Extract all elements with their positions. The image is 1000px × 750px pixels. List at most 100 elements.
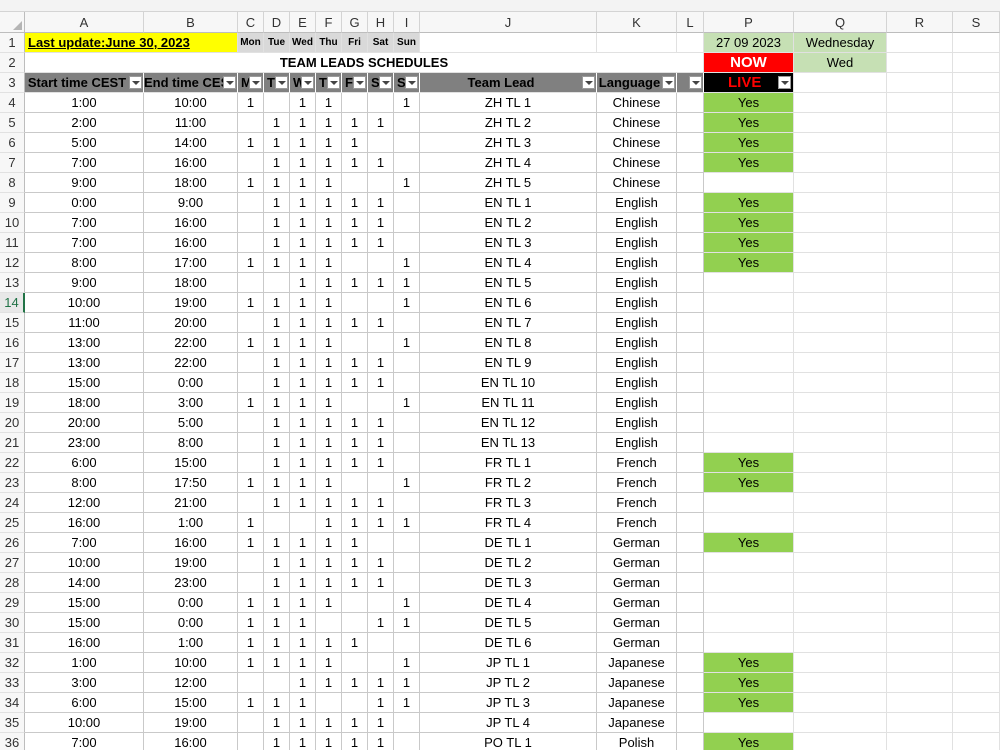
- cell-s[interactable]: [953, 713, 1000, 733]
- day-flag-fri[interactable]: 1: [342, 233, 368, 253]
- day-flag-thu[interactable]: 1: [316, 273, 342, 293]
- cell-q[interactable]: [794, 453, 887, 473]
- team-lead-cell[interactable]: DE TL 1: [420, 533, 597, 553]
- day-flag-sat[interactable]: [368, 473, 394, 493]
- cell-r[interactable]: [887, 193, 953, 213]
- day-flag-mon[interactable]: [238, 213, 264, 233]
- day-flag-wed[interactable]: [290, 513, 316, 533]
- header-language[interactable]: Language: [597, 73, 677, 93]
- cell-s[interactable]: [953, 253, 1000, 273]
- end-time-cell[interactable]: 10:00: [144, 93, 238, 113]
- day-flag-fri[interactable]: [342, 473, 368, 493]
- day-flag-wed[interactable]: 1: [290, 233, 316, 253]
- start-time-cell[interactable]: 6:00: [25, 453, 144, 473]
- cell-q[interactable]: [794, 513, 887, 533]
- day-flag-fri[interactable]: 1: [342, 153, 368, 173]
- start-time-cell[interactable]: 6:00: [25, 693, 144, 713]
- day-flag-sat[interactable]: 1: [368, 553, 394, 573]
- day-flag-fri[interactable]: 1: [342, 273, 368, 293]
- team-lead-cell[interactable]: ZH TL 1: [420, 93, 597, 113]
- day-flag-mon[interactable]: [238, 733, 264, 750]
- day-flag-sun[interactable]: [394, 313, 420, 333]
- day-flag-sat[interactable]: [368, 393, 394, 413]
- day-flag-sat[interactable]: 1: [368, 113, 394, 133]
- day-flag-mon[interactable]: [238, 233, 264, 253]
- day-flag-fri[interactable]: 1: [342, 373, 368, 393]
- live-status-cell[interactable]: [704, 373, 794, 393]
- cell-r[interactable]: [887, 253, 953, 273]
- day-flag-mon[interactable]: [238, 493, 264, 513]
- cell-l[interactable]: [677, 273, 704, 293]
- day-flag-mon[interactable]: 1: [238, 333, 264, 353]
- cell-s[interactable]: [953, 533, 1000, 553]
- cell-q[interactable]: [794, 573, 887, 593]
- filter-dropdown-icon[interactable]: [689, 76, 702, 89]
- day-flag-fri[interactable]: [342, 93, 368, 113]
- day-flag-mon[interactable]: [238, 113, 264, 133]
- day-flag-thu[interactable]: 1: [316, 533, 342, 553]
- language-cell[interactable]: Chinese: [597, 133, 677, 153]
- row-header-27[interactable]: 27: [0, 553, 25, 573]
- row-header-32[interactable]: 32: [0, 653, 25, 673]
- start-time-cell[interactable]: 23:00: [25, 433, 144, 453]
- cell-s[interactable]: [953, 233, 1000, 253]
- day-flag-sun[interactable]: [394, 713, 420, 733]
- live-status-cell[interactable]: Yes: [704, 453, 794, 473]
- day-flag-tue[interactable]: 1: [264, 353, 290, 373]
- day-flag-fri[interactable]: 1: [342, 713, 368, 733]
- day-flag-wed[interactable]: 1: [290, 493, 316, 513]
- language-cell[interactable]: English: [597, 253, 677, 273]
- day-flag-mon[interactable]: 1: [238, 253, 264, 273]
- day-flag-mon[interactable]: [238, 553, 264, 573]
- row-header-5[interactable]: 5: [0, 113, 25, 133]
- day-flag-wed[interactable]: 1: [290, 533, 316, 553]
- cell-s[interactable]: [953, 633, 1000, 653]
- day-flag-fri[interactable]: 1: [342, 113, 368, 133]
- cell-r[interactable]: [887, 453, 953, 473]
- cell-r[interactable]: [887, 433, 953, 453]
- day-flag-sat[interactable]: [368, 133, 394, 153]
- end-time-cell[interactable]: 19:00: [144, 553, 238, 573]
- day-flag-mon[interactable]: [238, 353, 264, 373]
- day-flag-tue[interactable]: 1: [264, 713, 290, 733]
- cell-s[interactable]: [953, 693, 1000, 713]
- start-time-cell[interactable]: 1:00: [25, 93, 144, 113]
- team-lead-cell[interactable]: EN TL 10: [420, 373, 597, 393]
- start-time-cell[interactable]: 7:00: [25, 153, 144, 173]
- day-flag-sun[interactable]: [394, 213, 420, 233]
- cell-l[interactable]: [677, 333, 704, 353]
- cell-s[interactable]: [953, 413, 1000, 433]
- start-time-cell[interactable]: 10:00: [25, 553, 144, 573]
- day-flag-sun[interactable]: [394, 433, 420, 453]
- language-cell[interactable]: Japanese: [597, 653, 677, 673]
- team-lead-cell[interactable]: EN TL 9: [420, 353, 597, 373]
- day-flag-mon[interactable]: 1: [238, 633, 264, 653]
- filter-dropdown-icon[interactable]: [327, 76, 340, 89]
- day-flag-thu[interactable]: 1: [316, 93, 342, 113]
- end-time-cell[interactable]: 16:00: [144, 213, 238, 233]
- cell-l[interactable]: [677, 713, 704, 733]
- day-flag-tue[interactable]: 1: [264, 533, 290, 553]
- team-lead-cell[interactable]: EN TL 13: [420, 433, 597, 453]
- team-lead-cell[interactable]: PO TL 1: [420, 733, 597, 750]
- end-time-cell[interactable]: 0:00: [144, 373, 238, 393]
- live-status-cell[interactable]: [704, 493, 794, 513]
- row-header-26[interactable]: 26: [0, 533, 25, 553]
- day-flag-sun[interactable]: [394, 373, 420, 393]
- day-flag-fri[interactable]: 1: [342, 673, 368, 693]
- cell-s2[interactable]: [953, 53, 1000, 73]
- cell-q[interactable]: [794, 613, 887, 633]
- day-flag-thu[interactable]: 1: [316, 313, 342, 333]
- live-status-cell[interactable]: Yes: [704, 193, 794, 213]
- row-header-10[interactable]: 10: [0, 213, 25, 233]
- day-flag-sat[interactable]: 1: [368, 713, 394, 733]
- day-flag-sat[interactable]: 1: [368, 573, 394, 593]
- cell-q[interactable]: [794, 733, 887, 750]
- cell-r2[interactable]: [887, 53, 953, 73]
- day-flag-thu[interactable]: 1: [316, 413, 342, 433]
- team-lead-cell[interactable]: ZH TL 2: [420, 113, 597, 133]
- column-header-b[interactable]: B: [144, 12, 238, 33]
- day-flag-tue[interactable]: 1: [264, 633, 290, 653]
- start-time-cell[interactable]: 15:00: [25, 613, 144, 633]
- language-cell[interactable]: English: [597, 393, 677, 413]
